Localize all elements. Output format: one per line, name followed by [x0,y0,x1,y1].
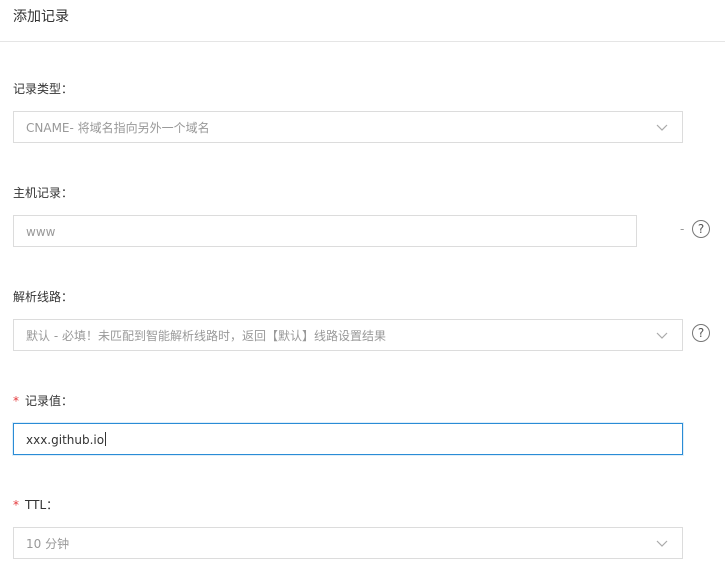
host-suffix: - [680,222,685,236]
chevron-down-icon [656,540,668,547]
dialog-header: 添加记录 [0,0,725,42]
record-type-label-text: 记录类型： [13,82,74,96]
ttl-value: 10 分钟 [26,537,70,551]
host-value: www [26,225,56,239]
record-value-label-text: 记录值： [25,394,74,408]
host-label-text: 主机记录： [13,186,74,200]
ttl-label: * TTL： [13,496,58,513]
required-mark: * [13,498,19,512]
record-type-select[interactable]: CNAME- 将域名指向另外一个域名 [13,111,683,143]
host-input[interactable]: www [13,215,637,247]
record-type-label: 记录类型： [13,80,73,97]
question-circle-icon[interactable]: ? [692,324,710,342]
line-select[interactable]: 默认 - 必填！未匹配到智能解析线路时，返回【默认】线路设置结果 [13,319,683,351]
line-label-text: 解析线路： [13,290,74,304]
record-value-value: xxx.github.io [26,433,105,447]
help-glyph: ? [697,326,705,340]
text-caret [105,432,107,446]
help-glyph: ? [697,222,705,236]
ttl-select[interactable]: 10 分钟 [13,527,683,559]
dialog-title: 添加记录 [13,9,69,25]
line-label: 解析线路： [13,288,73,305]
chevron-down-icon [656,332,668,339]
required-mark: * [13,394,19,408]
record-value-label: * 记录值： [13,392,73,409]
question-circle-icon[interactable]: ? [692,220,710,238]
record-value-text: xxx.github.io [26,432,107,448]
line-value: 默认 - 必填！未匹配到智能解析线路时，返回【默认】线路设置结果 [26,329,386,343]
host-label: 主机记录： [13,184,73,201]
record-value-input[interactable]: xxx.github.io [13,423,683,455]
ttl-label-text: TTL： [25,498,59,512]
chevron-down-icon [656,124,668,131]
record-type-value: CNAME- 将域名指向另外一个域名 [26,121,210,135]
